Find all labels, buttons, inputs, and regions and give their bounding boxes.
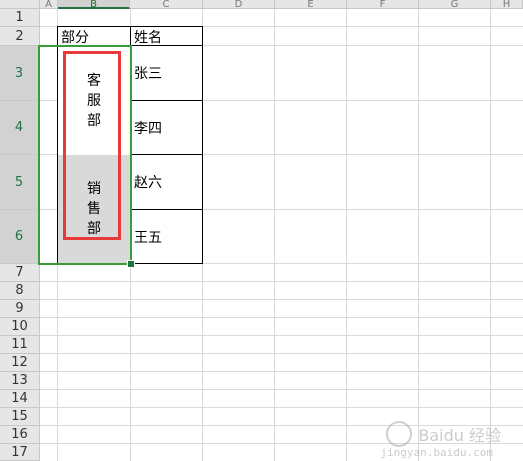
- row-header-17[interactable]: 17: [0, 444, 40, 461]
- gridline: [490, 9, 491, 461]
- column-header-b[interactable]: B: [58, 0, 130, 9]
- dept-kefu-text: 客 服 部: [58, 46, 130, 155]
- name-cell[interactable]: 王五: [131, 210, 202, 263]
- gridline: [40, 299, 523, 300]
- spreadsheet-grid[interactable]: A B C D E F G H 1 2 3 4 5 6 7 8 9 10 11 …: [0, 0, 523, 461]
- name-cell[interactable]: 张三: [131, 46, 202, 100]
- gridline: [40, 371, 523, 372]
- row-header-8[interactable]: 8: [0, 282, 40, 300]
- gridline: [40, 389, 523, 390]
- dept-char: 售: [87, 201, 101, 217]
- row-header-6[interactable]: 6: [0, 210, 40, 264]
- row-header-12[interactable]: 12: [0, 354, 40, 372]
- gridline: [40, 317, 523, 318]
- row-header-11[interactable]: 11: [0, 336, 40, 354]
- gridline: [40, 281, 523, 282]
- dept-char: 销: [87, 181, 101, 197]
- row-header-4[interactable]: 4: [0, 101, 40, 155]
- row-header-5[interactable]: 5: [0, 155, 40, 210]
- name-cell[interactable]: 李四: [131, 101, 202, 154]
- row-header-13[interactable]: 13: [0, 372, 40, 390]
- fill-handle[interactable]: [127, 260, 135, 268]
- gridline: [40, 407, 523, 408]
- dept-char: 服: [87, 92, 101, 109]
- row-header-1[interactable]: 1: [0, 9, 40, 27]
- paw-logo-icon: [386, 421, 413, 447]
- dept-char: 部: [87, 112, 101, 129]
- column-header-g[interactable]: G: [419, 0, 491, 9]
- watermark-text: Baidu 经验: [418, 426, 501, 445]
- column-header-a[interactable]: A: [40, 0, 58, 9]
- gridline: [40, 353, 523, 354]
- header-dept-cell[interactable]: 部分: [58, 27, 130, 46]
- row-header-10[interactable]: 10: [0, 318, 40, 336]
- select-all-corner[interactable]: [0, 0, 40, 9]
- gridline: [418, 9, 419, 461]
- column-header-d[interactable]: D: [203, 0, 275, 9]
- gridline: [40, 335, 523, 336]
- watermark: Baidu 经验: [386, 421, 501, 447]
- column-header-h[interactable]: H: [491, 0, 523, 9]
- column-header-e[interactable]: E: [275, 0, 347, 9]
- gridline: [274, 9, 275, 461]
- gridline: [346, 9, 347, 461]
- row-header-7[interactable]: 7: [0, 264, 40, 282]
- row-header-14[interactable]: 14: [0, 390, 40, 408]
- row-header-2[interactable]: 2: [0, 27, 40, 46]
- watermark-url: jingyan.baidu.com: [380, 446, 493, 459]
- row-header-15[interactable]: 15: [0, 408, 40, 426]
- dept-char: 客: [87, 72, 101, 89]
- row-header-16[interactable]: 16: [0, 426, 40, 444]
- column-header-f[interactable]: F: [347, 0, 419, 9]
- dept-xiaoshou-text: 销 售 部: [58, 155, 130, 263]
- table-border: [202, 26, 203, 264]
- name-cell[interactable]: 赵六: [131, 155, 202, 209]
- column-header-c[interactable]: C: [130, 0, 203, 9]
- row-header-9[interactable]: 9: [0, 300, 40, 318]
- header-name-cell[interactable]: 姓名: [131, 27, 202, 46]
- row-header-3[interactable]: 3: [0, 46, 40, 101]
- dept-char: 部: [87, 221, 101, 237]
